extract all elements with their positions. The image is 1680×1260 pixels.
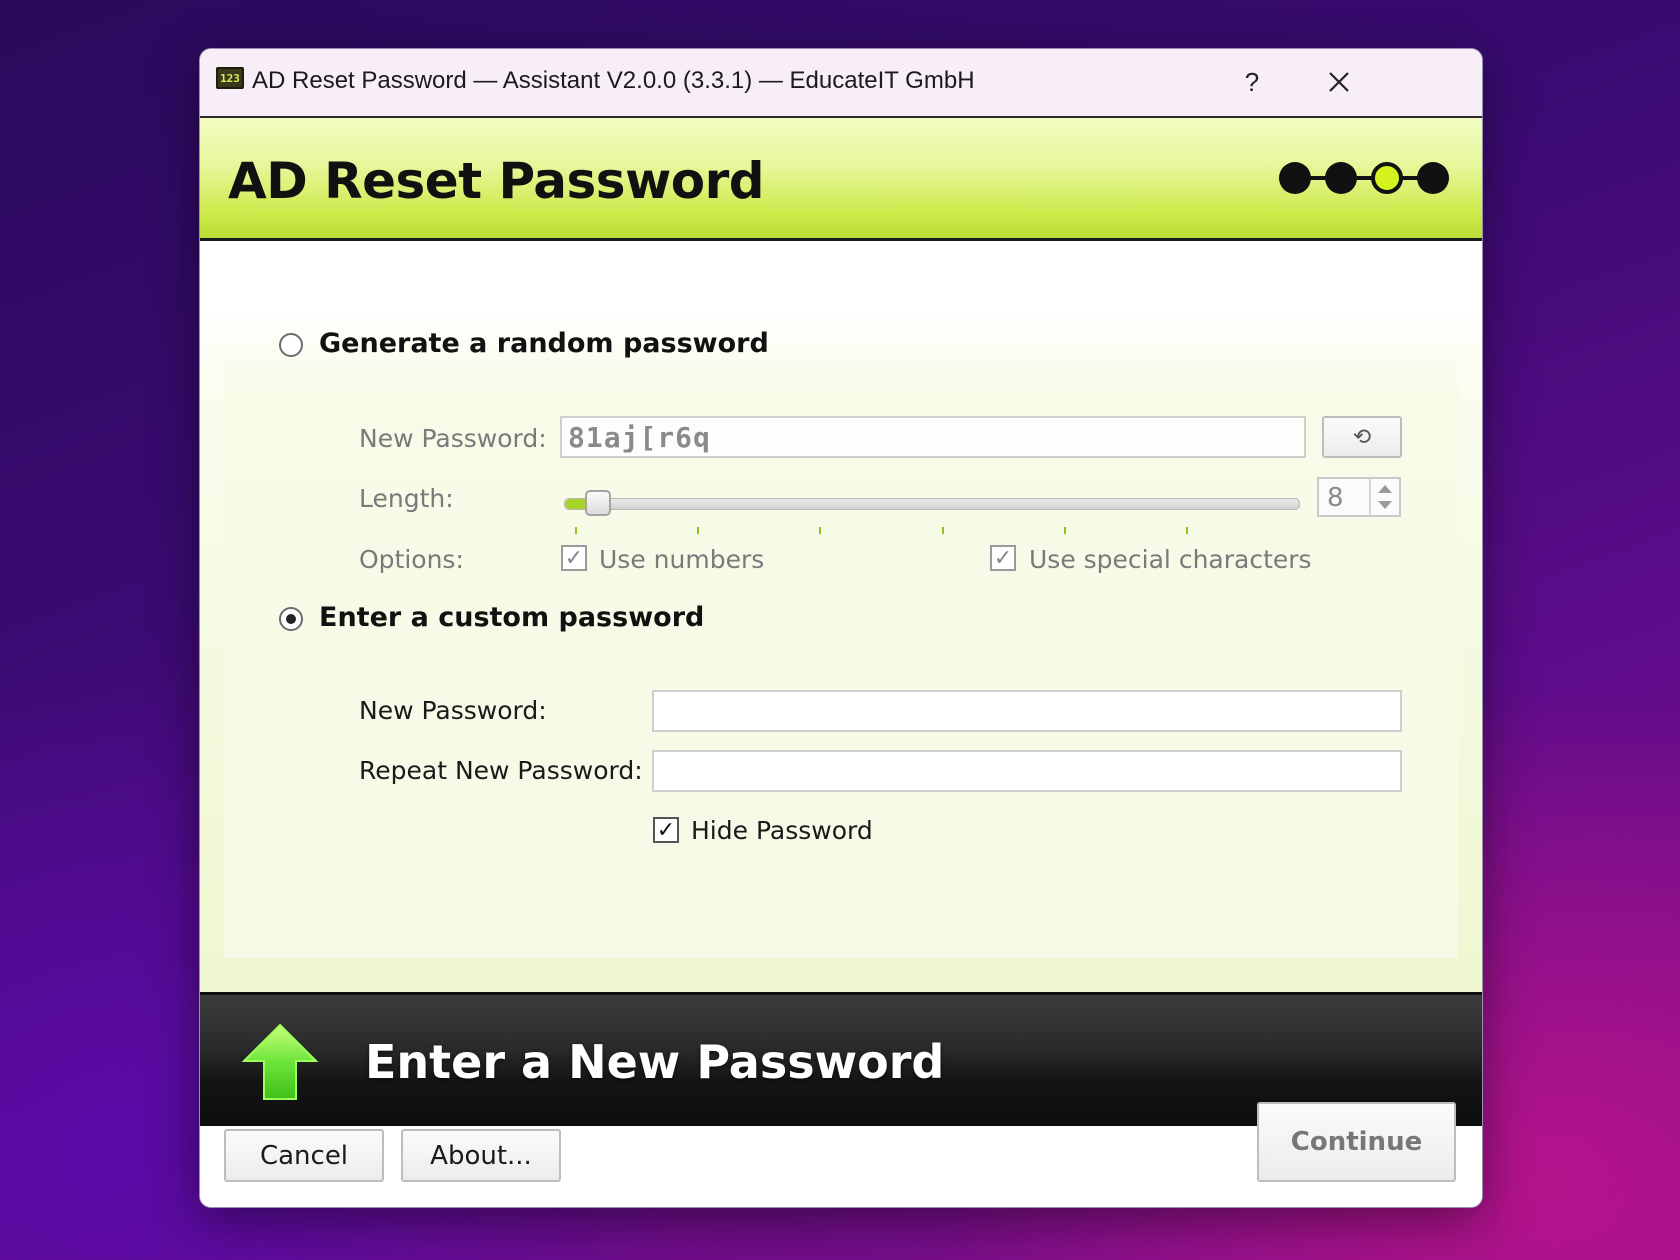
new-password-input[interactable]	[652, 690, 1402, 732]
length-stepper[interactable]: 8	[1317, 477, 1401, 517]
continue-button[interactable]: Continue	[1257, 1102, 1456, 1182]
step-dot-4	[1417, 162, 1449, 194]
hide-password-label[interactable]: Hide Password	[691, 816, 873, 845]
use-numbers-checkbox[interactable]: ✓	[561, 545, 587, 571]
length-value: 8	[1327, 483, 1344, 513]
repeat-password-label: Repeat New Password:	[359, 756, 643, 785]
generated-password-field: 81aj[r6q	[560, 416, 1306, 458]
custom-password-label[interactable]: Enter a custom password	[319, 602, 704, 633]
slider-tick	[942, 527, 944, 534]
use-numbers-label[interactable]: Use numbers	[599, 545, 764, 574]
slider-tick	[1186, 527, 1188, 534]
refresh-icon: ⟲	[1352, 424, 1372, 450]
generated-password-label: New Password:	[359, 424, 547, 453]
about-button[interactable]: About...	[401, 1129, 561, 1182]
random-password-label[interactable]: Generate a random password	[319, 328, 769, 359]
banner-title: Enter a New Password	[365, 1035, 945, 1089]
options-label: Options:	[359, 545, 464, 574]
length-label: Length:	[359, 484, 454, 513]
random-password-radio[interactable]	[279, 333, 303, 357]
repeat-password-input[interactable]	[652, 750, 1402, 792]
regenerate-button[interactable]: ⟲	[1322, 416, 1402, 458]
stepper-buttons	[1369, 479, 1399, 515]
step-dot-1	[1279, 162, 1311, 194]
slider-tick	[1064, 527, 1066, 534]
help-button[interactable]: ?	[1212, 57, 1292, 107]
wizard-header: AD Reset Password	[200, 118, 1482, 241]
step-dot-3-active	[1371, 162, 1403, 194]
new-password-label: New Password:	[359, 696, 547, 725]
assistant-window: 123 AD Reset Password — Assistant V2.0.0…	[199, 48, 1483, 1208]
use-special-label[interactable]: Use special characters	[1029, 545, 1312, 574]
step-indicator	[1279, 160, 1449, 196]
step-dot-2	[1325, 162, 1357, 194]
generated-password-value: 81aj[r6q	[568, 421, 711, 454]
title-bar: 123 AD Reset Password — Assistant V2.0.0…	[200, 49, 1482, 118]
window-title: AD Reset Password — Assistant V2.0.0 (3.…	[252, 67, 975, 94]
close-button[interactable]	[1299, 57, 1379, 107]
slider-tick	[819, 527, 821, 534]
up-arrow-icon	[241, 1023, 319, 1100]
slider-tick	[575, 527, 577, 534]
custom-password-radio[interactable]	[279, 607, 303, 631]
slider-tick	[697, 527, 699, 534]
use-special-checkbox[interactable]: ✓	[990, 545, 1016, 571]
hide-password-checkbox[interactable]: ✓	[653, 817, 679, 843]
cancel-button[interactable]: Cancel	[224, 1129, 384, 1182]
page-title: AD Reset Password	[228, 152, 765, 210]
length-slider-thumb[interactable]	[585, 490, 611, 516]
stepper-down-icon[interactable]	[1378, 501, 1392, 509]
stepper-up-icon[interactable]	[1378, 485, 1392, 493]
app-icon: 123	[216, 67, 244, 89]
length-slider[interactable]	[564, 498, 1300, 510]
close-icon	[1329, 72, 1349, 92]
